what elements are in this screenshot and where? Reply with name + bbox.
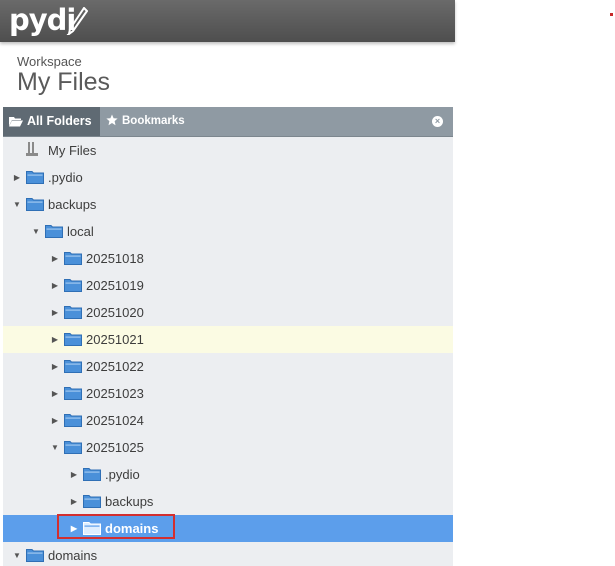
chevron-right-icon[interactable]: ▶ [12,164,22,191]
star-icon [106,114,118,126]
tree-item[interactable]: ▶ .pydio [3,461,453,488]
chevron-right-icon[interactable]: ▶ [50,407,60,434]
folder-icon [64,441,82,454]
drive-icon [26,142,38,156]
workspace-title: My Files [17,68,111,96]
chevron-right-icon[interactable]: ▶ [50,353,60,380]
folder-icon [64,360,82,373]
tab-bookmarks[interactable]: Bookmarks [102,107,202,136]
chevron-right-icon[interactable]: ▶ [50,326,60,353]
tree-item-label: backups [105,494,154,509]
folder-icon [64,414,82,427]
folder-icon [26,171,44,184]
tree-item[interactable]: ▶ backups [3,488,453,515]
folder-icon [26,198,44,211]
folder-icon [64,387,82,400]
folder-icon [64,252,82,265]
tree-item[interactable]: ▶ 20251022 [3,353,453,380]
chevron-right-icon[interactable]: ▶ [50,272,60,299]
tree-item[interactable]: ▶ 20251021 [3,326,453,353]
folder-icon [64,279,82,292]
chevron-down-icon[interactable]: ▼ [12,542,22,566]
tree-item[interactable]: ▶ 20251019 [3,272,453,299]
chevron-right-icon[interactable]: ▶ [69,461,79,488]
tree-item-label: domains [48,548,98,563]
chevron-right-icon[interactable]: ▶ [50,299,60,326]
tree-item-label: 20251024 [86,413,144,428]
status-dot [610,13,613,16]
chevron-down-icon[interactable]: ▼ [12,191,22,218]
tree-item[interactable]: ▼ 20251025 [3,434,453,461]
tree-item-label: 20251021 [86,332,144,347]
tree-item[interactable]: ▶ 20251023 [3,380,453,407]
folder-icon [64,333,82,346]
tree-item-label: local [67,224,94,239]
tree-item-label: .pydio [105,467,140,482]
folder-icon [83,495,101,508]
annotation-highlight-box [57,514,175,539]
chevron-down-icon[interactable]: ▼ [50,434,60,461]
tree-item-label: 20251023 [86,386,144,401]
tree-item-label: 20251025 [86,440,144,455]
tab-bookmarks-label: Bookmarks [122,115,185,127]
tree-item[interactable]: ▶ .pydio [3,164,453,191]
tree-item[interactable]: My Files [3,137,453,164]
chevron-right-icon[interactable]: ▶ [50,245,60,272]
folder-icon [45,225,63,238]
tree-item-label: 20251019 [86,278,144,293]
tree-item[interactable]: ▼ local [3,218,453,245]
tree-item-label: backups [48,197,97,212]
chevron-right-icon[interactable]: ▶ [50,380,60,407]
folder-icon [83,468,101,481]
tab-all-folders-label: All Folders [27,114,92,128]
tab-all-folders[interactable]: All Folders [3,107,100,136]
close-panel-icon[interactable]: × [432,116,443,127]
pen-logo-icon [66,7,88,35]
tree-item-label: 20251018 [86,251,144,266]
folder-tree: My Files ▶ .pydio ▼ backups ▼ local ▶ 20251018 ▶ 2… [3,137,453,566]
tree-item[interactable]: ▼ backups [3,191,453,218]
tree-item[interactable]: ▶ 20251024 [3,407,453,434]
tree-item[interactable]: ▼ domains [3,542,453,566]
tree-item-label: 20251022 [86,359,144,374]
chevron-right-icon[interactable]: ▶ [69,488,79,515]
tree-item-label: .pydio [48,170,83,185]
folder-open-icon [9,117,23,127]
tree-item-label: 20251020 [86,305,144,320]
top-bar: pydi [0,0,455,42]
tree-item[interactable]: ▶ 20251018 [3,245,453,272]
folder-icon [26,549,44,562]
chevron-down-icon[interactable]: ▼ [31,218,41,245]
tree-item[interactable]: ▶ 20251020 [3,299,453,326]
folder-icon [64,306,82,319]
workspace-label: Workspace [17,54,82,69]
tab-bar: All Folders Bookmarks × [3,107,453,137]
tree-item-label: My Files [48,143,97,158]
